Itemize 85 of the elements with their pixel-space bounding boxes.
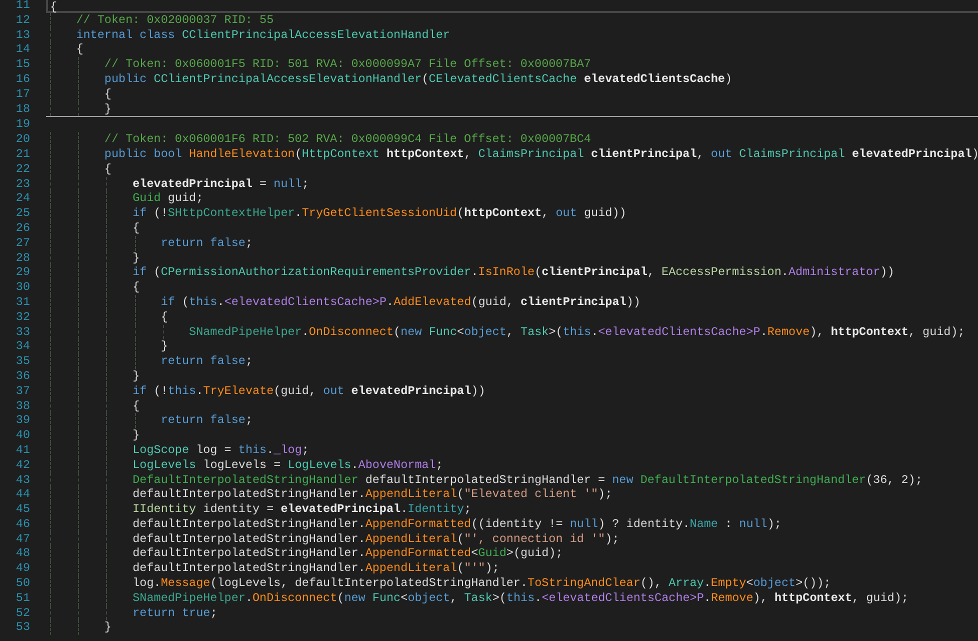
line-number: 11: [14, 0, 30, 13]
line-number: 38: [14, 398, 30, 414]
code-line: {: [132, 280, 140, 294]
line-number: 34: [14, 339, 30, 354]
line-number: 32: [14, 310, 30, 325]
line-number: 21: [14, 146, 30, 162]
code-line: }: [132, 428, 140, 442]
code-line: {: [75, 42, 84, 56]
code-line: }: [132, 250, 140, 265]
code-line: // Token: 0x060001F6 RID: 502 RVA: 0x000099C4 File Offset: 0x00007BC4: [103, 132, 591, 146]
code-line: {: [103, 86, 112, 101]
code-line: log.Message(logLevels, defaultInterpolatedStringHandler.ToStringAndClear(), Array.Empty<object>());: [132, 576, 831, 590]
line-number: 39: [14, 413, 30, 428]
line-number: 51: [14, 590, 30, 606]
code-line: SNamedPipeHelper.OnDisconnect(new Func<object, Task>(this.<elevatedClientsCache>P.Remove), httpContext, guid);: [188, 324, 965, 339]
line-number: 27: [14, 236, 30, 251]
line-number: 47: [14, 532, 30, 546]
line-number: 44: [14, 487, 30, 502]
code-line: {: [160, 310, 168, 324]
line-number: 43: [14, 472, 30, 488]
code-line: if (!this.TryElevate(guid, out elevatedPrincipal)): [132, 384, 486, 398]
line-number: 35: [14, 354, 30, 369]
code-line: if (CPermissionAuthorizationRequirementsProvider.IsInRole(clientPrincipal, EAccessPermission.Administrator)): [132, 265, 894, 280]
code-line: elevatedPrincipal = null;: [132, 176, 309, 191]
line-number: 37: [14, 384, 30, 399]
code-line: defaultInterpolatedStringHandler.AppendFormatted<Guid>(guid);: [132, 546, 563, 560]
code-line: public bool HandleElevation(HttpContext httpContext, ClaimsPrincipal clientPrincipal, out ClaimsPrincipal elevatedPrincipal): [103, 146, 978, 161]
line-number: 18: [14, 102, 30, 116]
line-number: 26: [14, 220, 30, 236]
code-line: }: [160, 339, 168, 354]
code-line: DefaultInterpolatedStringHandler defaultInterpolatedStringHandler = new DefaultInterpolatedStringHandler(36, 2);: [132, 472, 922, 486]
code-line: {: [103, 162, 112, 176]
line-number: 16: [14, 72, 30, 87]
code-line: if (!SHttpContextHelper.TryGetClientSessionUid(httpContext, out guid)): [132, 206, 626, 220]
code-line: return false;: [160, 236, 252, 250]
code-line: IIdentity identity = elevatedPrincipal.Identity;: [132, 502, 472, 516]
code-line: defaultInterpolatedStringHandler.AppendLiteral("Elevated client '");: [132, 487, 612, 502]
code-line: }: [103, 620, 112, 634]
code-line: {: [132, 220, 140, 235]
code-line: defaultInterpolatedStringHandler.AppendFormatted((identity != null) ? identity.Name : null);: [132, 516, 782, 531]
code-line: return false;: [160, 413, 252, 428]
line-number: 14: [14, 42, 30, 58]
line-number: 33: [14, 324, 30, 340]
line-number: 40: [14, 428, 30, 443]
line-number: 41: [14, 442, 30, 458]
line-number: 24: [14, 191, 30, 206]
code-line: }: [103, 102, 112, 116]
line-number: 13: [14, 28, 30, 42]
line-number: 23: [14, 176, 30, 192]
line-number: 42: [14, 458, 30, 472]
line-number: 28: [14, 250, 30, 266]
line-number: 52: [14, 606, 30, 620]
code-line: SNamedPipeHelper.OnDisconnect(new Func<object, Task>(this.<elevatedClientsCache>P.Remove), httpContext, guid);: [132, 590, 908, 605]
line-number: 45: [14, 502, 30, 517]
line-number: 46: [14, 516, 30, 532]
line-number: 49: [14, 561, 30, 576]
code-line: }: [132, 368, 140, 383]
line-number: 12: [14, 12, 30, 28]
line-number: 36: [14, 368, 30, 384]
code-line: return false;: [160, 354, 252, 368]
line-number: 15: [14, 57, 30, 72]
code-line: {: [132, 398, 140, 413]
line-number: 19: [14, 117, 30, 132]
line-number: 50: [14, 576, 30, 591]
code-line: defaultInterpolatedStringHandler.AppendLiteral("'");: [132, 561, 500, 576]
line-number: 53: [14, 620, 30, 636]
code-line: internal class CClientPrincipalAccessElevationHandler: [75, 28, 450, 42]
line-number: 29: [14, 265, 30, 280]
code-line: Guid guid;: [132, 191, 204, 206]
code-line: LogLevels logLevels = LogLevels.AboveNormal;: [132, 458, 443, 472]
line-number: 48: [14, 546, 30, 562]
line-number: 30: [14, 280, 30, 295]
code-line: // Token: 0x02000037 RID: 55: [75, 12, 274, 27]
line-number: 31: [14, 294, 30, 310]
line-number: 17: [14, 86, 30, 102]
code-line: if (this.<elevatedClientsCache>P.AddElevated(guid, clientPrincipal)): [160, 294, 640, 309]
line-number: 25: [14, 206, 30, 221]
line-number: 22: [14, 162, 30, 177]
code-line: defaultInterpolatedStringHandler.AppendLiteral("', connection id '");: [132, 532, 620, 546]
code-line: {: [50, 0, 58, 14]
code-line: LogScope log = this._log;: [132, 442, 309, 457]
code-line: return true;: [132, 606, 218, 620]
code-line: // Token: 0x060001F5 RID: 501 RVA: 0x000099A7 File Offset: 0x00007BA7: [103, 57, 591, 72]
line-number: 20: [14, 132, 30, 147]
code-line: public CClientPrincipalAccessElevationHandler(CElevatedClientsCache elevatedClientsCache): [103, 72, 732, 86]
